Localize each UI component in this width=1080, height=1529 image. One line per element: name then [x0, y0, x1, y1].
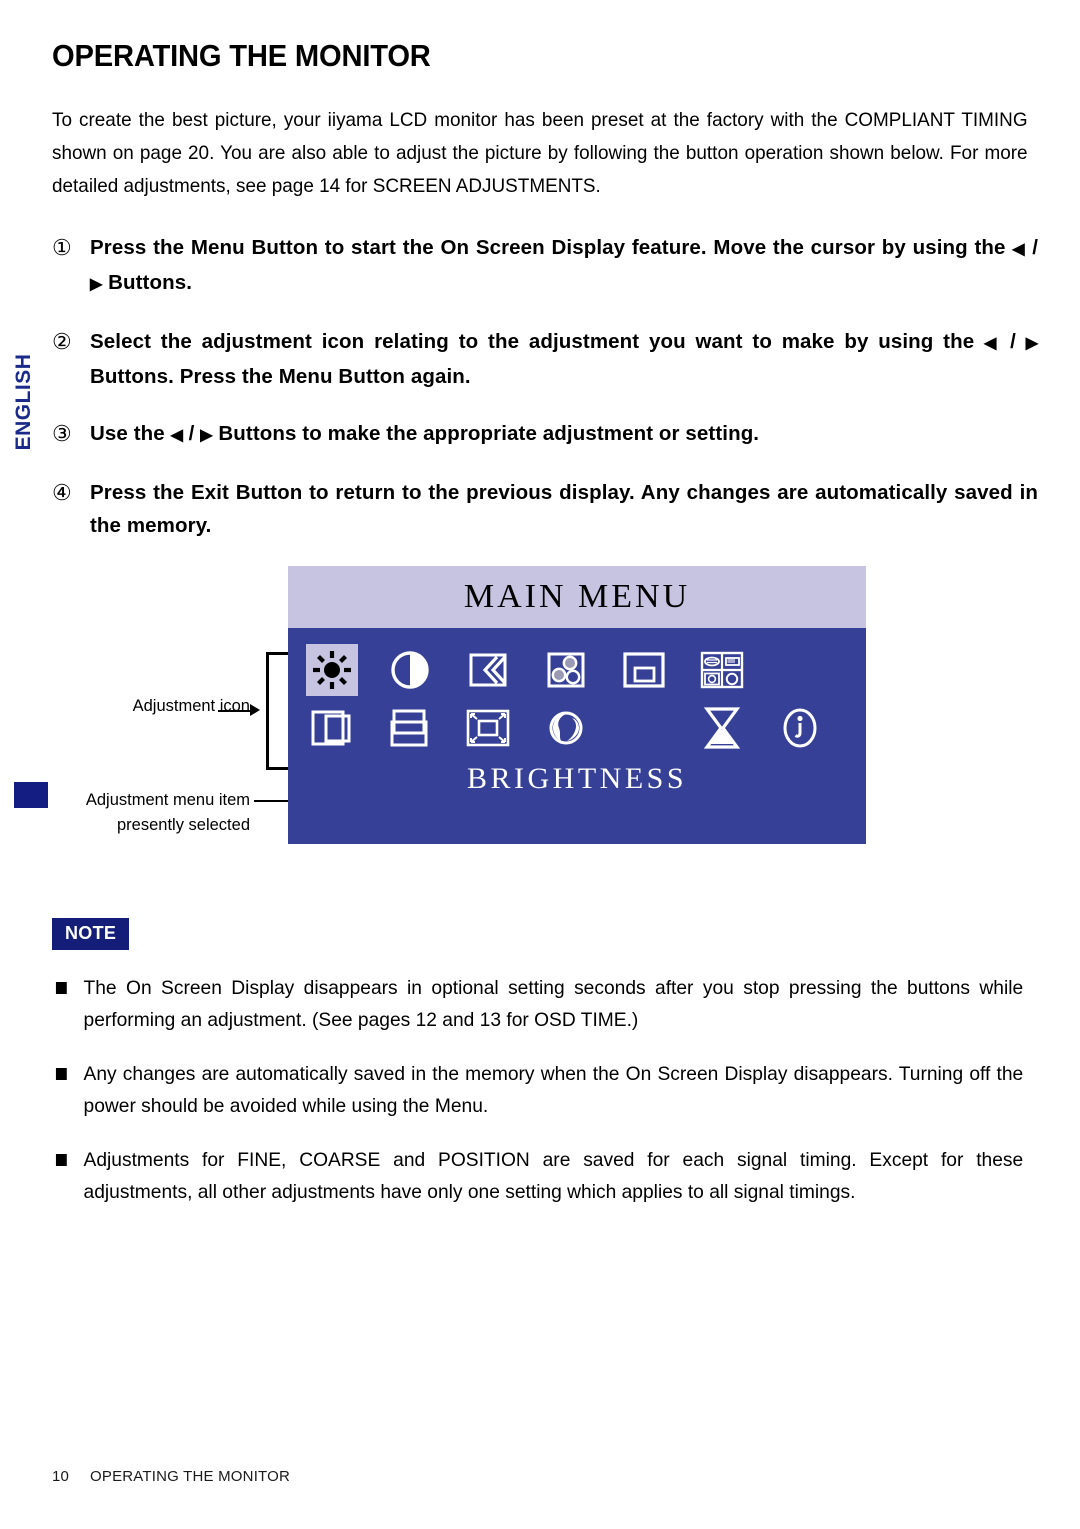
step-marker: ② [52, 329, 72, 354]
vertical-position-icon [390, 709, 428, 747]
step-sep: / [182, 422, 201, 445]
note-item: Adjustments for FINE, COARSE and POSITIO… [52, 1144, 1023, 1208]
osd-menu-panel: MAIN MENU BRIGHTNESS [288, 566, 866, 844]
footer-page-number: 10 [52, 1468, 70, 1485]
right-triangle-icon: ▶ [1025, 335, 1039, 352]
osd-icon-vertical-position[interactable] [384, 702, 436, 754]
annotation-adjustment-icon: Adjustment icon [132, 697, 250, 715]
note-item-text: Any changes are automatically saved in t… [83, 1063, 1024, 1117]
left-triangle-icon: ◀ [170, 427, 183, 444]
annotation-arrow-head-1 [250, 704, 260, 716]
bullet-square-icon [55, 1154, 67, 1166]
step-text-a: Press the Menu Button to start the On Sc… [90, 236, 1013, 259]
osd-selected-item-label: BRIGHTNESS [466, 762, 688, 795]
page-content: OPERATING THE MONITOR To create the best… [52, 0, 1038, 1230]
right-triangle-icon: ▶ [200, 427, 213, 444]
step-text-a: Select the adjustment icon relating to t… [90, 330, 985, 353]
osd-icon-information[interactable] [774, 702, 826, 754]
osd-position-icon [623, 652, 665, 688]
osd-icon-color-temperature[interactable] [540, 644, 592, 696]
step-text-b: Buttons. [102, 271, 193, 294]
osd-icon-contrast[interactable] [384, 644, 436, 696]
language-icon [700, 651, 744, 689]
right-triangle-icon: ▶ [90, 276, 103, 293]
sharpness-icon [469, 653, 507, 687]
note-item: Any changes are automatically saved in t… [52, 1058, 1023, 1122]
osd-icon-row-2 [288, 702, 866, 754]
annotation-bracket [266, 652, 288, 770]
bullet-square-icon [55, 1068, 67, 1080]
osd-icon-language[interactable] [696, 644, 748, 696]
annotation-menu-item-line1: Adjustment menu item [85, 791, 250, 809]
document-page: ENGLISH OPERATING THE MONITOR To create … [0, 0, 1080, 1529]
brightness-icon [313, 651, 351, 689]
osd-icon-sharpness[interactable] [462, 644, 514, 696]
note-list: The On Screen Display disappears in opti… [52, 972, 1038, 1208]
step-marker: ③ [52, 421, 72, 446]
intro-paragraph: To create the best picture, your iiyama … [52, 109, 1028, 197]
note-badge: NOTE [52, 918, 130, 950]
page-footer: 10 OPERATING THE MONITOR [52, 1468, 290, 1485]
osd-icon-zoom-size[interactable] [462, 702, 514, 754]
note-section: NOTE The On Screen Display disappears in… [52, 918, 1038, 1208]
step-text-b: Buttons. Press the Menu Button again. [90, 365, 471, 388]
osd-header-title: MAIN MENU [463, 578, 691, 615]
step-item-2: ② Select the adjustment icon relating to … [52, 325, 1038, 393]
page-title: OPERATING THE MONITOR [52, 38, 431, 73]
step-item-1: ① Press the Menu Button to start the On S… [52, 231, 1038, 301]
footer-section-title: OPERATING THE MONITOR [90, 1468, 291, 1485]
osd-icon-brightness[interactable] [306, 644, 358, 696]
annotation-menu-item: Adjustment menu item presently selected [0, 788, 250, 838]
note-item-text: Adjustments for FINE, COARSE and POSITIO… [83, 1149, 1024, 1203]
step-text-b: Buttons to make the appropriate adjustme… [212, 422, 760, 445]
annotation-menu-item-line2: presently selected [117, 816, 250, 834]
step-marker: ① [52, 235, 72, 260]
osd-diagram: Adjustment icon Adjustment menu item pre… [52, 566, 1038, 866]
osd-body: BRIGHTNESS [288, 644, 866, 860]
step-sep: / [1000, 330, 1026, 353]
globe-icon [549, 711, 583, 745]
information-icon [783, 708, 817, 748]
osd-icon-horizontal-position[interactable] [306, 702, 358, 754]
step-text-a: Use the [90, 422, 171, 445]
step-item-4: ④ Press the Exit Button to return to the … [52, 476, 1038, 542]
osd-icon-osd-time[interactable] [696, 702, 748, 754]
note-item: The On Screen Display disappears in opti… [52, 972, 1023, 1036]
step-marker: ④ [52, 480, 72, 505]
osd-header: MAIN MENU [288, 566, 866, 628]
zoom-size-icon [466, 709, 510, 747]
horizontal-position-icon [311, 710, 351, 746]
osd-icon-osd-position[interactable] [618, 644, 670, 696]
bullet-square-icon [55, 982, 67, 994]
osd-icon-row-1 [288, 644, 866, 696]
step-text-a: Press the Exit Button to return to the p… [90, 481, 1038, 537]
left-triangle-icon: ◀ [1012, 241, 1026, 258]
step-sep: / [1025, 236, 1039, 259]
note-item-text: The On Screen Display disappears in opti… [83, 977, 1024, 1031]
step-item-3: ③ Use the ◀ / ▶ Buttons to make the appro… [52, 417, 1038, 452]
osd-icon-globe[interactable] [540, 702, 592, 754]
color-temperature-icon [547, 652, 585, 688]
instruction-steps-list: ① Press the Menu Button to start the On S… [52, 231, 1038, 542]
osd-time-hourglass-icon [703, 707, 741, 749]
annotation-arrow-line-1 [218, 710, 252, 712]
contrast-icon [391, 651, 429, 689]
left-triangle-icon: ◀ [984, 335, 1001, 352]
